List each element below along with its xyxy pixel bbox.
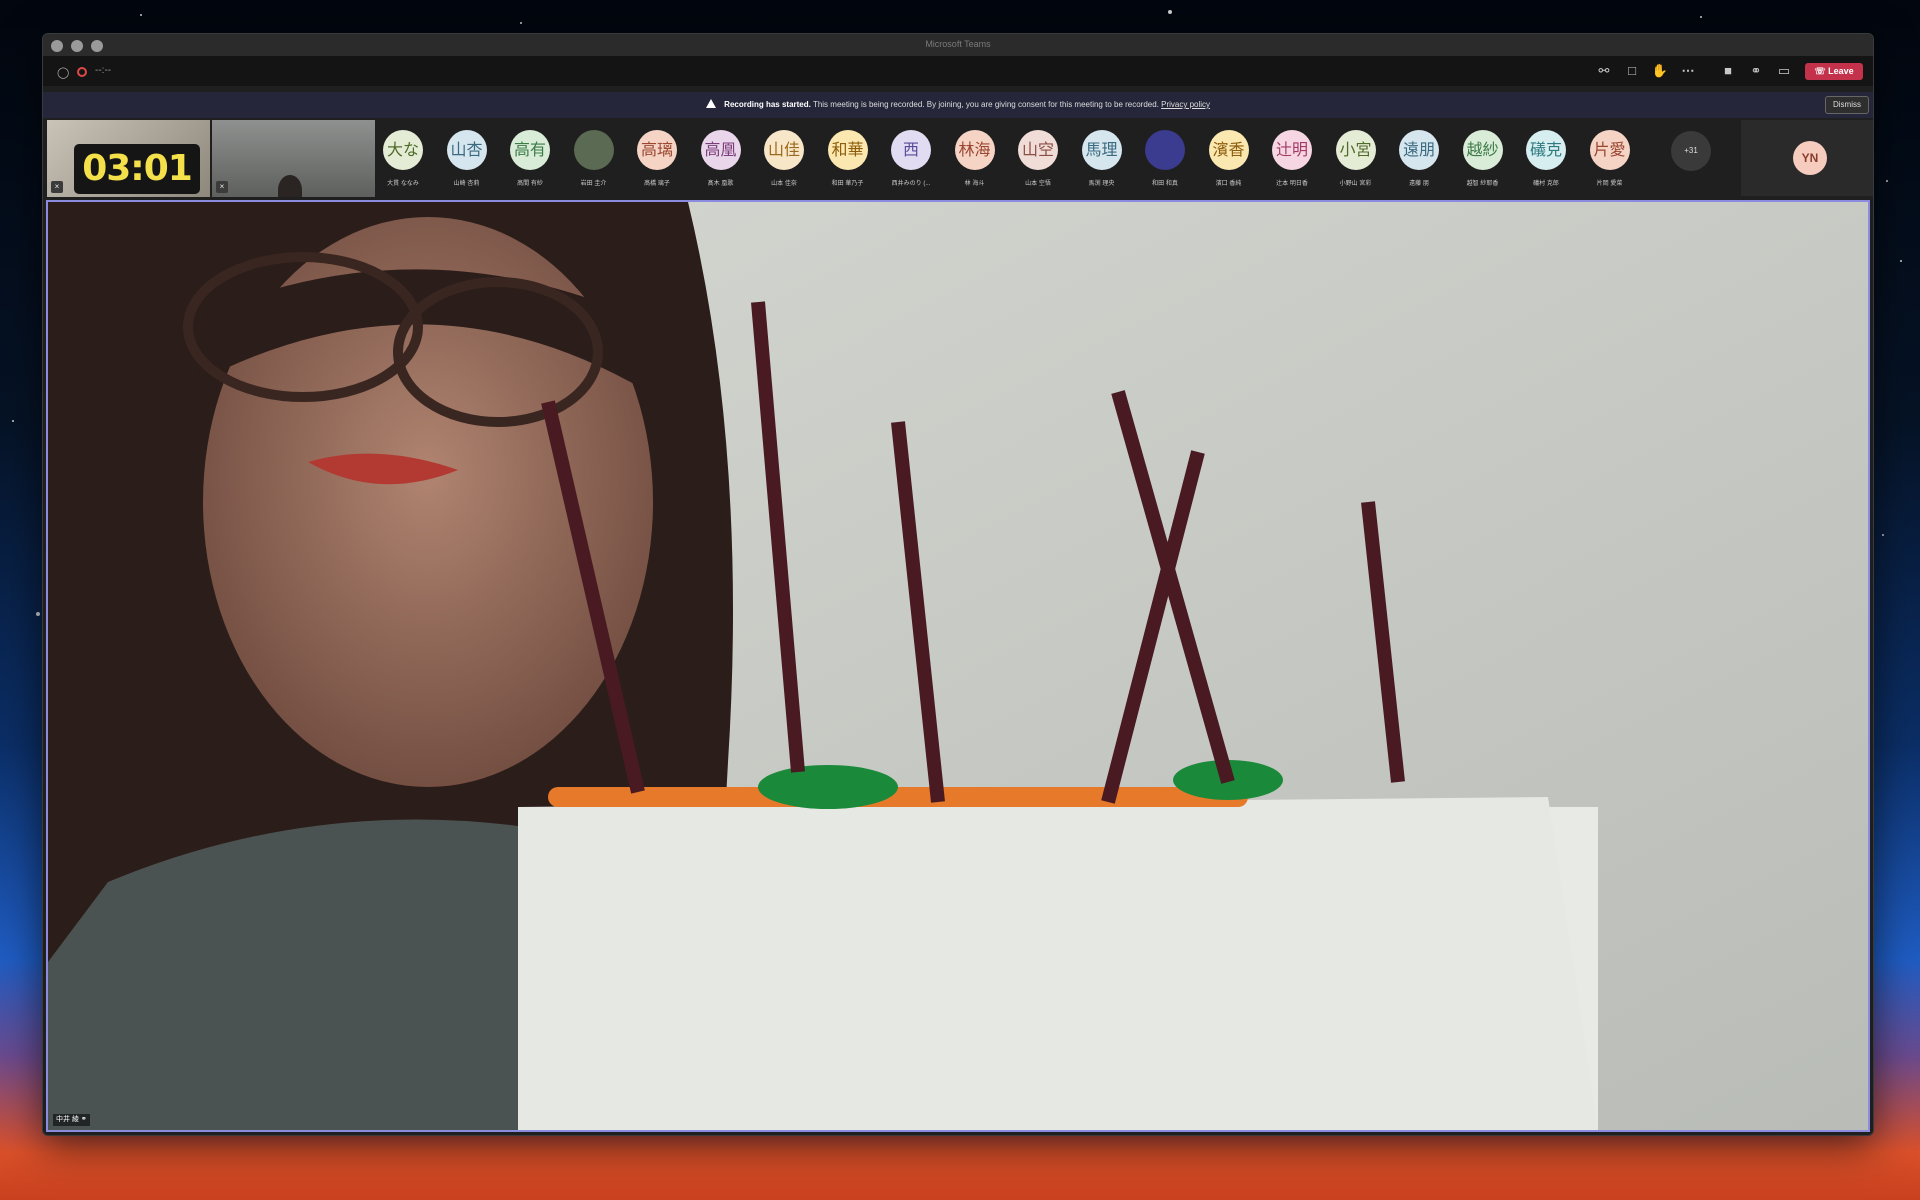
privacy-policy-link[interactable]: Privacy policy (1161, 100, 1210, 109)
star (1882, 534, 1884, 536)
participant-name: 林 海斗 (964, 181, 985, 187)
participant-avatar[interactable]: 礒克 (1526, 130, 1566, 170)
mic-icon: ⚭ (80, 1116, 87, 1123)
participant-name: 遠藤 朋 (1409, 181, 1429, 187)
camera-off-icon[interactable]: ■ (1719, 62, 1737, 80)
leaf-decoration (758, 765, 898, 809)
star (1700, 16, 1702, 18)
participant-avatar[interactable]: 高凰 (700, 130, 741, 170)
star (520, 22, 522, 24)
participant-name: 越智 紗耶香 (1466, 181, 1499, 187)
participant-name: 小野山 宮彩 (1339, 181, 1372, 187)
star (1900, 260, 1902, 262)
participant-avatar[interactable]: 林海 (954, 130, 995, 170)
mic-muted-icon: × (216, 181, 228, 193)
more-participants-button[interactable]: +31 (1671, 131, 1711, 171)
dismiss-button[interactable]: Dismiss (1825, 96, 1869, 114)
participant-strip: 03:01 × × 大な大貫 ななみ 山杏山崎 杏莉 高有髙間 有紗 岩田 圭介 高璃髙… (45, 120, 1873, 197)
leave-label: Leave (1828, 66, 1854, 76)
participant-avatar[interactable]: 大な (383, 130, 423, 170)
star (12, 420, 14, 422)
participant-avatar[interactable]: 馬理 (1081, 130, 1122, 170)
teams-window: Microsoft Teams ◯ --:-- ⚯ □ ✋ ⋯ ■ ⚭ ▭ ☏ … (42, 33, 1874, 1136)
people-icon[interactable]: ⚯ (1595, 62, 1613, 80)
shield-icon: ◯ (57, 67, 70, 79)
share-screen-icon[interactable]: ▭ (1775, 62, 1793, 80)
participant-avatar[interactable]: 山杏 (446, 130, 487, 170)
video-tile[interactable]: × (212, 120, 375, 197)
participant-photo[interactable] (1145, 130, 1185, 170)
clock-display: 03:01 (74, 144, 200, 194)
participant-name: 片岡 愛菜 (1596, 181, 1623, 187)
leave-button[interactable]: ☏ Leave (1805, 63, 1863, 80)
participant-avatar[interactable]: 高有 (510, 130, 550, 170)
main-video[interactable]: 中井 綾 ⚭ (46, 200, 1870, 1132)
participant-name: 山本 佳奈 (771, 181, 797, 187)
speaker-name: 中井 綾 (56, 1116, 79, 1123)
participant-avatar[interactable]: 遠朋 (1399, 130, 1439, 170)
participant-name: 岩田 圭介 (580, 181, 607, 187)
chat-icon[interactable]: □ (1623, 62, 1641, 80)
phone-icon: ☏ (1814, 66, 1826, 76)
mic-off-icon[interactable]: ⚭ (1747, 62, 1765, 80)
participant-name: 礒村 克郎 (1533, 181, 1559, 187)
participant-name: 山本 空悟 (1025, 181, 1051, 187)
participant-name: 髙木 凰歌 (707, 181, 734, 187)
banner-title: Recording has started. (724, 100, 811, 109)
participant-name: 和田 和真 (1152, 181, 1178, 187)
participant-name: 馬渕 理央 (1088, 181, 1115, 187)
warning-icon (705, 99, 716, 108)
participant-avatar[interactable]: 山佳 (764, 130, 804, 170)
window-title: Microsoft Teams (925, 39, 991, 49)
star (1168, 10, 1172, 14)
participant-avatar[interactable]: 越紗 (1462, 130, 1503, 170)
raise-hand-icon[interactable]: ✋ (1651, 62, 1669, 80)
call-timer: --:-- (95, 65, 112, 76)
participant-avatar[interactable]: 辻明 (1272, 130, 1312, 170)
video-tile[interactable]: 03:01 × (47, 120, 210, 197)
participant-avatar[interactable]: 濱香 (1208, 130, 1249, 170)
recording-icon (77, 67, 87, 77)
cake-frosting (548, 787, 1248, 807)
participant-avatar[interactable]: 小宮 (1335, 130, 1376, 170)
participant-avatar[interactable]: 和華 (827, 130, 868, 170)
self-video-tile[interactable]: YN (1741, 120, 1873, 196)
recording-banner: Recording has started. This meeting is b… (43, 92, 1873, 118)
participant-name: 山崎 杏莉 (453, 181, 480, 187)
star (1886, 180, 1888, 182)
participant-name: 和田 華乃子 (831, 181, 864, 187)
star (36, 612, 40, 616)
participant-avatar[interactable]: 山空 (1018, 130, 1058, 170)
participant-name: 濱口 香純 (1215, 181, 1242, 187)
participant-name: 髙橋 璃子 (644, 181, 670, 187)
participant-silhouette (278, 175, 302, 197)
star (140, 14, 142, 16)
participant-name: 辻本 明日香 (1276, 181, 1308, 187)
participant-avatar[interactable]: 高璃 (637, 130, 677, 170)
mic-muted-icon: × (51, 181, 63, 193)
self-avatar: YN (1793, 141, 1827, 175)
more-options-icon[interactable]: ⋯ (1679, 62, 1697, 80)
main-video-frame (48, 202, 1868, 1130)
speaker-name-label: 中井 綾 ⚭ (53, 1114, 90, 1126)
participant-avatar[interactable]: 西 (891, 130, 931, 170)
banner-message: This meeting is being recorded. By joini… (812, 100, 1159, 109)
participant-name: 大貫 ななみ (387, 181, 419, 187)
participant-photo[interactable] (573, 130, 614, 170)
participant-avatar[interactable]: 片愛 (1589, 130, 1630, 170)
meeting-toolbar: ◯ --:-- ⚯ □ ✋ ⋯ ■ ⚭ ▭ ☏ Leave (43, 56, 1873, 86)
title-bar: Microsoft Teams (43, 34, 1873, 56)
participant-name: 髙間 有紗 (517, 181, 543, 187)
participant-name: 西井みのり (... (891, 181, 931, 187)
